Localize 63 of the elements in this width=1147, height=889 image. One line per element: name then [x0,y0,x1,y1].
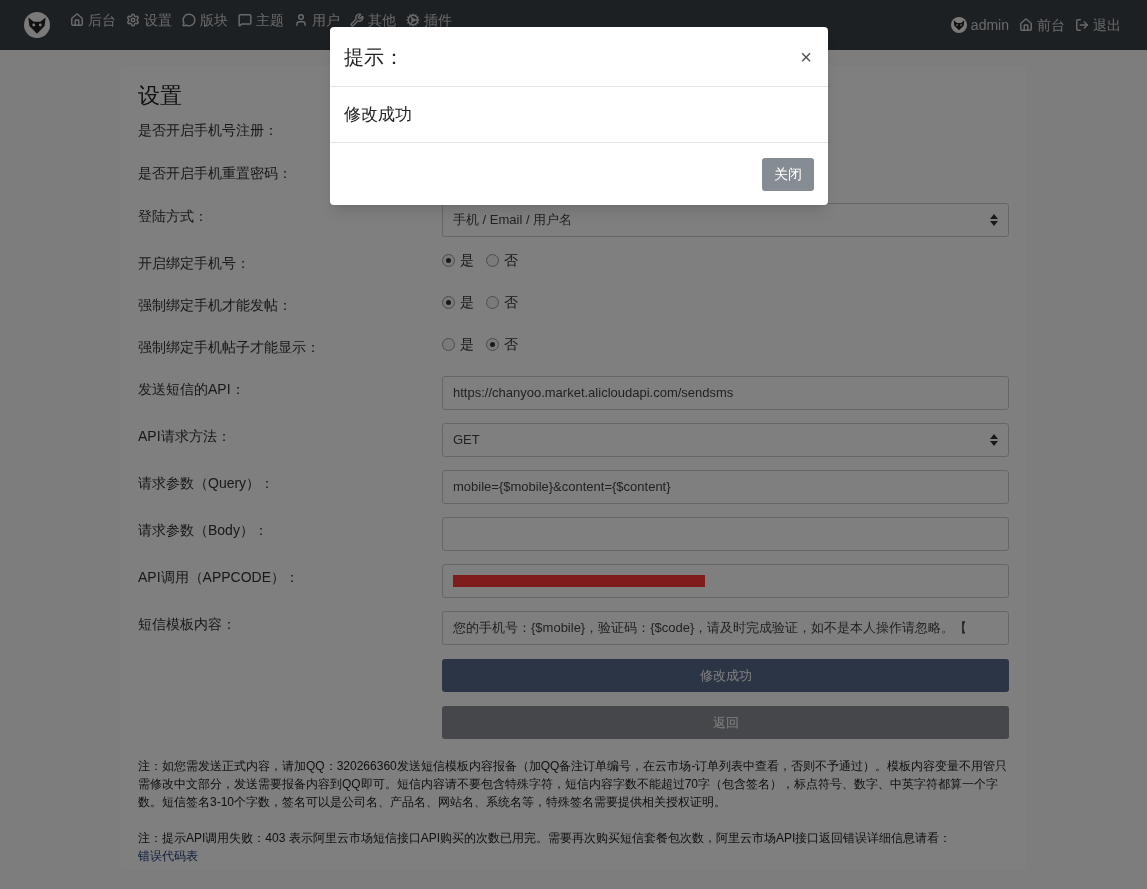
radio-button[interactable] [486,337,499,351]
nav-link[interactable]: 版块 [182,9,228,31]
text-field[interactable]: 您的手机号：{$mobile}，验证码：{$code}，请及时完成验证，如不是本人操作请忽略。【 [442,611,1009,645]
field-label: 短信模板内容： [138,616,236,632]
submit-button[interactable]: 修改成功 [442,659,1009,692]
logout-icon [1075,18,1089,32]
card-title: 设置 [138,82,183,110]
radio-label: 是 [460,334,474,354]
radio-label: 是 [460,292,474,312]
text-field[interactable]: https://chanyoo.market.alicloudapi.com/sendsms [442,376,1009,410]
radio-button[interactable] [442,253,455,267]
gear-icon [126,13,140,27]
sort-icon [990,214,998,226]
speech-bubble-icon [238,13,252,27]
field-label: 开启绑定手机号： [138,255,250,271]
logo-icon [24,12,50,38]
radio-button[interactable] [486,295,499,309]
field-label: 强制绑定手机帖子才能显示： [138,339,320,355]
nav-link[interactable]: 主题 [238,9,284,31]
field-label: 请求参数（Query）： [138,475,275,491]
wrench-icon [350,13,364,27]
radio-label: 是 [460,250,474,270]
field-label: 是否开启手机号注册： [138,122,278,138]
field-label: 是否开启手机重置密码： [138,165,292,181]
radio-label: 否 [504,292,518,312]
field-label: API请求方法： [138,428,231,444]
home-icon [70,13,84,27]
radio-button[interactable] [486,253,499,267]
text-field[interactable] [442,517,1009,551]
text-field[interactable] [442,564,1009,598]
radio-label: 否 [504,250,518,270]
nav-link[interactable]: 设置 [126,9,172,31]
modal-title: 提示： [344,44,404,70]
note-text: 注：提示API调用失败：403 表示阿里云市场短信接口API购买的次数已用完。需要再次购买短信套餐包次数，阿里云市场API接口返回错误详细信息请看： 错误代码表 [138,830,953,865]
avatar-icon [950,17,967,33]
speech-bubble-icon [182,13,196,27]
nav-link[interactable]: admin [950,14,1009,36]
radio-label: 否 [504,334,518,354]
nav-link[interactable]: 其他 [350,9,396,31]
field-label: API调用（APPCODE）： [138,569,300,585]
field-label: 强制绑定手机才能发帖： [138,297,292,313]
field-label: 登陆方式： [138,208,208,224]
field-label: 发送短信的API： [138,381,245,397]
nav-link[interactable]: 退出 [1075,14,1121,36]
modal-message: 修改成功 [344,103,412,126]
select-field[interactable]: 手机 / Email / 用户名 [442,203,1009,237]
sort-icon [990,434,998,446]
gears-icon [406,13,420,27]
nav-link[interactable]: 前台 [1019,14,1065,36]
note-text: 注：如您需发送正式内容，请加QQ：320266360发送短信模板内容报备（加QQ备注订单编号，在云市场-订单列表中查看，否则不予通过）。模板内容变量不用管只需修改中文部分，发送需要报备内容到QQ即可。短信内容请不要包含特殊字符，短信内容字数不能超过70字（包含签名），标点符号、数字、中英字符都算一个字数。短信签名3-10个字数，签名可以是公司名、产品名、网站名、系统名等，特殊签名需要提供相关授权证明。 [138,758,1009,811]
radio-button[interactable] [442,337,455,351]
field-label: 请求参数（Body）： [138,522,268,538]
close-button[interactable]: × [800,46,814,67]
home-icon [1019,18,1033,32]
select-field[interactable]: GET [442,423,1009,457]
error-code-link[interactable]: 错误代码表 [138,849,198,863]
close-dialog-button[interactable]: 关闭 [762,157,814,191]
nav-link[interactable]: 用户 [294,9,340,31]
nav-link[interactable]: 后台 [70,9,116,31]
nav-link[interactable]: 插件 [406,9,452,31]
user-icon [294,13,308,27]
text-field[interactable]: mobile={$mobile}&content={$content} [442,470,1009,504]
radio-button[interactable] [442,295,455,309]
